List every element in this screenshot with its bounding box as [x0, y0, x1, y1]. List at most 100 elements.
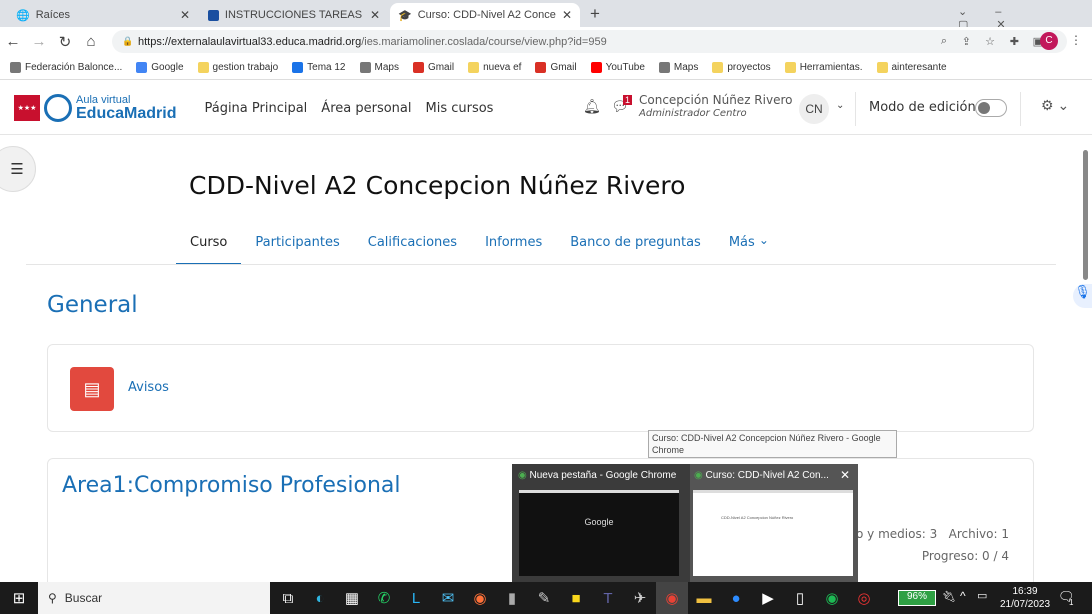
edge-icon[interactable]: ◐: [304, 582, 336, 614]
notifications-bell-icon[interactable]: 🔔︎: [583, 98, 601, 115]
course-tab-curso[interactable]: Curso: [176, 221, 242, 265]
user-info[interactable]: Concepción Núñez Rivero Administrador Cen…: [639, 93, 792, 119]
url-input[interactable]: 🔒 https://externalaulavirtual33.educa.mad…: [112, 30, 1067, 53]
nav-mis-cursos[interactable]: Mis cursos: [425, 101, 493, 116]
tab-instrucciones[interactable]: INSTRUCCIONES TAREAS CANVA✕: [200, 3, 388, 27]
preview-title[interactable]: ◉ Nueva pestaña - Google Chrome: [518, 470, 683, 481]
bookmark-item[interactable]: Federación Balonce...: [10, 62, 122, 73]
power-plug-icon: 🔌︎: [942, 591, 956, 603]
course-tab-participantes[interactable]: Participantes: [241, 221, 353, 265]
home-icon[interactable]: ⌂: [78, 33, 104, 50]
bookmark-icon: [468, 62, 480, 73]
menu-icon[interactable]: ⋮: [1070, 33, 1082, 47]
tab-raices[interactable]: 🌐 Raíces ✕: [8, 3, 198, 27]
bookmark-label: Federación Balonce...: [25, 62, 123, 73]
share-icon[interactable]: ⇪: [962, 35, 971, 48]
star-icon[interactable]: ☆: [985, 35, 995, 48]
mail-icon[interactable]: ✉: [432, 582, 464, 614]
profile-avatar[interactable]: C: [1040, 32, 1058, 50]
bookmark-item[interactable]: Tema 12: [292, 62, 346, 73]
media-player-icon[interactable]: ▶: [752, 582, 784, 614]
bookmark-label: Gmail: [550, 62, 577, 73]
network-icon[interactable]: ▭: [977, 589, 987, 602]
reload-icon[interactable]: ↻: [52, 33, 78, 51]
task-view-icon[interactable]: ⧉: [272, 582, 304, 614]
bookmark-icon: [590, 62, 602, 73]
preview-title[interactable]: ◉ Curso: CDD-Nivel A2 Con...: [694, 470, 834, 481]
close-tab-icon[interactable]: ✕: [180, 8, 190, 22]
paint-icon[interactable]: ✎: [528, 582, 560, 614]
bookmark-item[interactable]: Gmail: [412, 62, 454, 73]
battery-indicator[interactable]: 96%: [898, 590, 936, 606]
notification-count: 1: [1069, 598, 1074, 607]
store-icon[interactable]: ▦: [336, 582, 368, 614]
microphone-app-icon[interactable]: ▮: [496, 582, 528, 614]
bookmark-item[interactable]: proyectos: [712, 62, 771, 73]
edit-mode-toggle[interactable]: [975, 99, 1007, 117]
course-index-toggle[interactable]: ☰: [0, 146, 36, 192]
course-tab-banco-de-preguntas[interactable]: Banco de preguntas: [556, 221, 715, 265]
course-tab-calificaciones[interactable]: Calificaciones: [354, 221, 471, 265]
file-icon[interactable]: ▯: [784, 582, 816, 614]
close-tab-icon[interactable]: ✕: [370, 8, 380, 22]
bookmark-item[interactable]: Herramientas.: [784, 62, 863, 73]
windows-start-icon[interactable]: ⊞: [0, 582, 38, 614]
preview-thumbnail[interactable]: Google: [519, 490, 679, 576]
zoom-icon[interactable]: ⌕: [941, 35, 947, 48]
chrome-icon[interactable]: ◉: [656, 582, 688, 614]
section-general-title[interactable]: General: [47, 292, 138, 318]
close-preview-icon[interactable]: ✕: [840, 468, 850, 482]
back-icon[interactable]: ←: [0, 33, 26, 50]
taskbar-preview-popup: ◉ Nueva pestaña - Google Chrome Google ◉…: [512, 464, 858, 582]
bookmark-label: Herramientas.: [799, 62, 863, 73]
list-icon: ☰: [10, 161, 24, 178]
close-tab-icon[interactable]: ✕: [562, 8, 572, 22]
nav-area-personal[interactable]: Área personal: [321, 101, 411, 116]
bookmark-item[interactable]: YouTube: [590, 62, 645, 73]
forward-icon[interactable]: →: [26, 33, 52, 50]
tray-chevron-icon[interactable]: ^: [960, 589, 966, 603]
course-tab-informes[interactable]: Informes: [471, 221, 556, 265]
bookmark-item[interactable]: Gmail: [535, 62, 577, 73]
nav-pagina-principal[interactable]: Página Principal: [204, 101, 307, 116]
bookmark-item[interactable]: ainteresante: [876, 62, 947, 73]
whatsapp-icon[interactable]: ✆: [368, 582, 400, 614]
teams-icon[interactable]: T: [592, 582, 624, 614]
bookmark-item[interactable]: nueva ef: [468, 62, 521, 73]
bookmark-label: Maps: [673, 62, 699, 73]
clapper-icon: [208, 9, 219, 21]
more-chevron-icon[interactable]: ⌄: [759, 221, 769, 265]
bookmark-icon: [136, 62, 148, 73]
activity-link-avisos[interactable]: Avisos: [128, 380, 169, 395]
settings-gear-icon[interactable]: ⚙︎ ⌄: [1041, 97, 1069, 114]
clock[interactable]: 16:39 21/07/2023: [1000, 585, 1050, 611]
satellite-icon[interactable]: ✈: [624, 582, 656, 614]
bookmark-item[interactable]: gestion trabajo: [197, 62, 278, 73]
user-menu-chevron-icon[interactable]: ⌄: [836, 100, 844, 111]
zoom-icon[interactable]: ●: [720, 582, 752, 614]
section-title[interactable]: Area1:Compromiso Profesional: [62, 473, 401, 498]
user-avatar[interactable]: CN: [799, 94, 829, 124]
file-explorer-icon[interactable]: ▬: [688, 582, 720, 614]
firefox-icon[interactable]: ◉: [464, 582, 496, 614]
extension-icon[interactable]: ✚: [1010, 35, 1019, 48]
scrollbar[interactable]: [1083, 150, 1088, 280]
windows-taskbar: ⊞ ⚲ Buscar ⧉ ◐ ▦ ✆ L ✉ ◉ ▮ ✎ ■ T ✈ ◉ ▬ ● ▶ ▯ ◉ ◎ 96% 🔌︎ ^ ▭…: [0, 582, 1092, 614]
educamadrid-logo[interactable]: ★★★ Aula virtual EducaMadrid: [14, 94, 176, 122]
tab-curso[interactable]: 🎓Curso: CDD-Nivel A2 Concepcion✕: [390, 3, 580, 27]
preview-thumbnail[interactable]: CDD-Nivel A2 Concepcion Núñez Rivero: [693, 490, 853, 576]
divider: [1020, 92, 1021, 126]
recorder-icon[interactable]: ◎: [848, 582, 880, 614]
taskbar-search[interactable]: ⚲ Buscar: [38, 582, 270, 614]
microphone-icon[interactable]: 🎙︎: [1073, 284, 1092, 308]
bookmark-item[interactable]: Maps: [359, 62, 399, 73]
bookmark-icon: [658, 62, 670, 73]
new-tab-button[interactable]: +: [590, 4, 600, 24]
app-l-icon[interactable]: L: [400, 582, 432, 614]
spotify-icon[interactable]: ◉: [816, 582, 848, 614]
bookmark-label: proyectos: [727, 62, 771, 73]
sticky-notes-icon[interactable]: ■: [560, 582, 592, 614]
bookmark-item[interactable]: Maps: [658, 62, 699, 73]
bookmark-icon: [712, 62, 724, 73]
bookmark-item[interactable]: Google: [136, 62, 184, 73]
